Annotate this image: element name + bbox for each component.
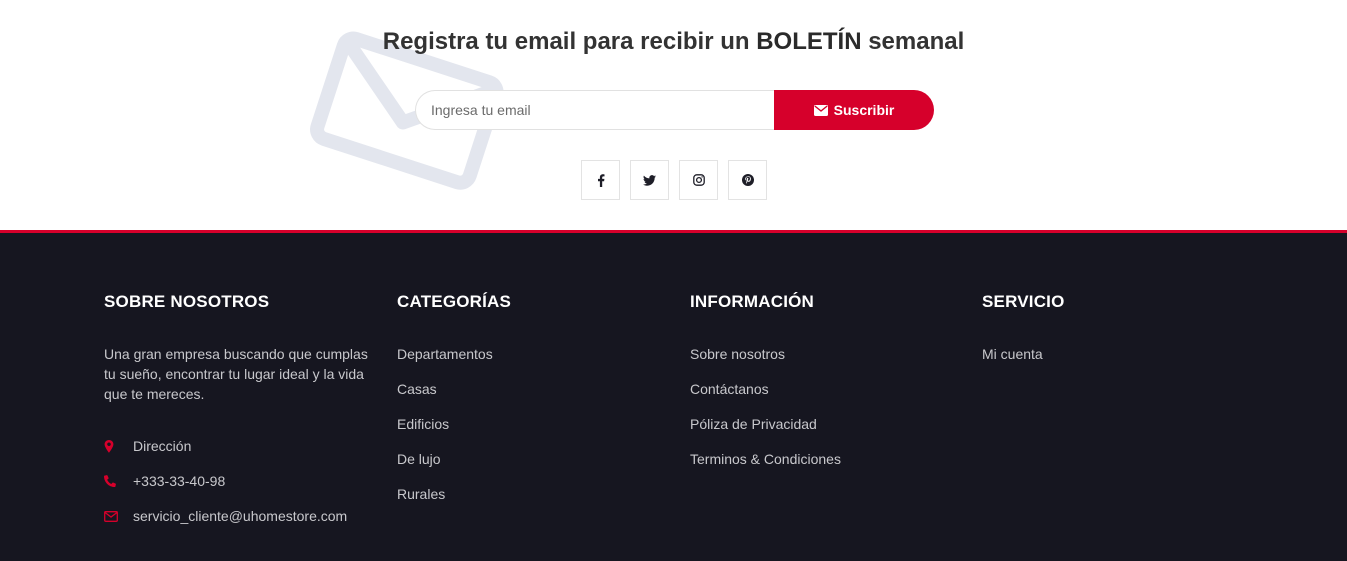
newsletter-section: Registra tu email para recibir un BOLETÍ… bbox=[0, 0, 1347, 230]
email-input[interactable] bbox=[415, 90, 774, 130]
list-item: Sobre nosotros bbox=[690, 344, 960, 379]
category-link-casas[interactable]: Casas bbox=[397, 381, 437, 397]
newsletter-title-suffix: semanal bbox=[868, 28, 965, 55]
contact-list: Dirección +333-33-40-98 servicio_cliente… bbox=[104, 436, 374, 541]
twitter-button[interactable] bbox=[630, 160, 669, 200]
info-link-privacy[interactable]: Póliza de Privacidad bbox=[690, 416, 817, 432]
contact-address: Dirección bbox=[104, 436, 374, 471]
newsletter-title-prefix: Registra tu email para recibir un bbox=[382, 28, 750, 55]
list-item: Póliza de Privacidad bbox=[690, 414, 960, 449]
categories-heading: CATEGORÍAS bbox=[397, 292, 512, 311]
facebook-button[interactable] bbox=[581, 160, 620, 200]
instagram-icon bbox=[692, 174, 705, 186]
list-item: Terminos & Condiciones bbox=[690, 449, 960, 484]
service-list: Mi cuenta bbox=[982, 344, 1252, 379]
category-link-edificios[interactable]: Edificios bbox=[397, 416, 449, 432]
subscribe-label: Suscribir bbox=[833, 102, 895, 118]
pinterest-icon bbox=[741, 174, 754, 186]
list-item: De lujo bbox=[397, 449, 667, 484]
contact-email-text[interactable]: servicio_cliente@uhomestore.com bbox=[133, 506, 347, 526]
info-link-contact[interactable]: Contáctanos bbox=[690, 381, 769, 397]
pinterest-button[interactable] bbox=[728, 160, 767, 200]
footer: SOBRE NOSOTROS Una gran empresa buscando… bbox=[0, 230, 1347, 561]
footer-column-about: SOBRE NOSOTROS Una gran empresa buscando… bbox=[104, 292, 374, 541]
list-item: Departamentos bbox=[397, 344, 667, 379]
contact-address-text: Dirección bbox=[133, 438, 192, 454]
footer-column-information: INFORMACIÓN Sobre nosotros Contáctanos P… bbox=[690, 292, 960, 484]
service-link-my-account[interactable]: Mi cuenta bbox=[982, 346, 1043, 362]
info-link-terms[interactable]: Terminos & Condiciones bbox=[690, 451, 841, 467]
contact-email: servicio_cliente@uhomestore.com bbox=[104, 506, 374, 541]
map-pin-icon bbox=[104, 439, 133, 453]
newsletter-title-bold: BOLETÍN bbox=[756, 28, 862, 55]
social-links bbox=[581, 160, 767, 200]
subscribe-button[interactable]: Suscribir bbox=[774, 90, 934, 130]
list-item: Edificios bbox=[397, 414, 667, 449]
service-heading: SERVICIO bbox=[982, 292, 1065, 311]
list-item: Rurales bbox=[397, 484, 667, 519]
facebook-icon bbox=[597, 173, 604, 187]
phone-icon bbox=[104, 475, 133, 487]
information-heading: INFORMACIÓN bbox=[690, 292, 815, 311]
info-link-about[interactable]: Sobre nosotros bbox=[690, 346, 785, 362]
contact-phone-text[interactable]: +333-33-40-98 bbox=[133, 471, 225, 491]
twitter-icon bbox=[643, 174, 656, 186]
information-list: Sobre nosotros Contáctanos Póliza de Pri… bbox=[690, 344, 960, 484]
category-link-departamentos[interactable]: Departamentos bbox=[397, 346, 493, 362]
contact-phone: +333-33-40-98 bbox=[104, 471, 374, 506]
instagram-button[interactable] bbox=[679, 160, 718, 200]
list-item: Contáctanos bbox=[690, 379, 960, 414]
category-link-de-lujo[interactable]: De lujo bbox=[397, 451, 441, 467]
list-item: Mi cuenta bbox=[982, 344, 1252, 379]
footer-column-categories: CATEGORÍAS Departamentos Casas Edificios… bbox=[397, 292, 667, 519]
category-link-rurales[interactable]: Rurales bbox=[397, 486, 445, 502]
newsletter-form: Suscribir bbox=[415, 90, 934, 130]
envelope-icon bbox=[813, 104, 828, 116]
list-item: Casas bbox=[397, 379, 667, 414]
newsletter-title: Registra tu email para recibir un BOLETÍ… bbox=[0, 26, 1347, 58]
categories-list: Departamentos Casas Edificios De lujo Ru… bbox=[397, 344, 667, 519]
about-heading: SOBRE NOSOTROS bbox=[104, 292, 270, 311]
footer-column-service: SERVICIO Mi cuenta bbox=[982, 292, 1252, 379]
about-text: Una gran empresa buscando que cumplas tu… bbox=[104, 346, 368, 402]
envelope-icon bbox=[104, 510, 133, 522]
